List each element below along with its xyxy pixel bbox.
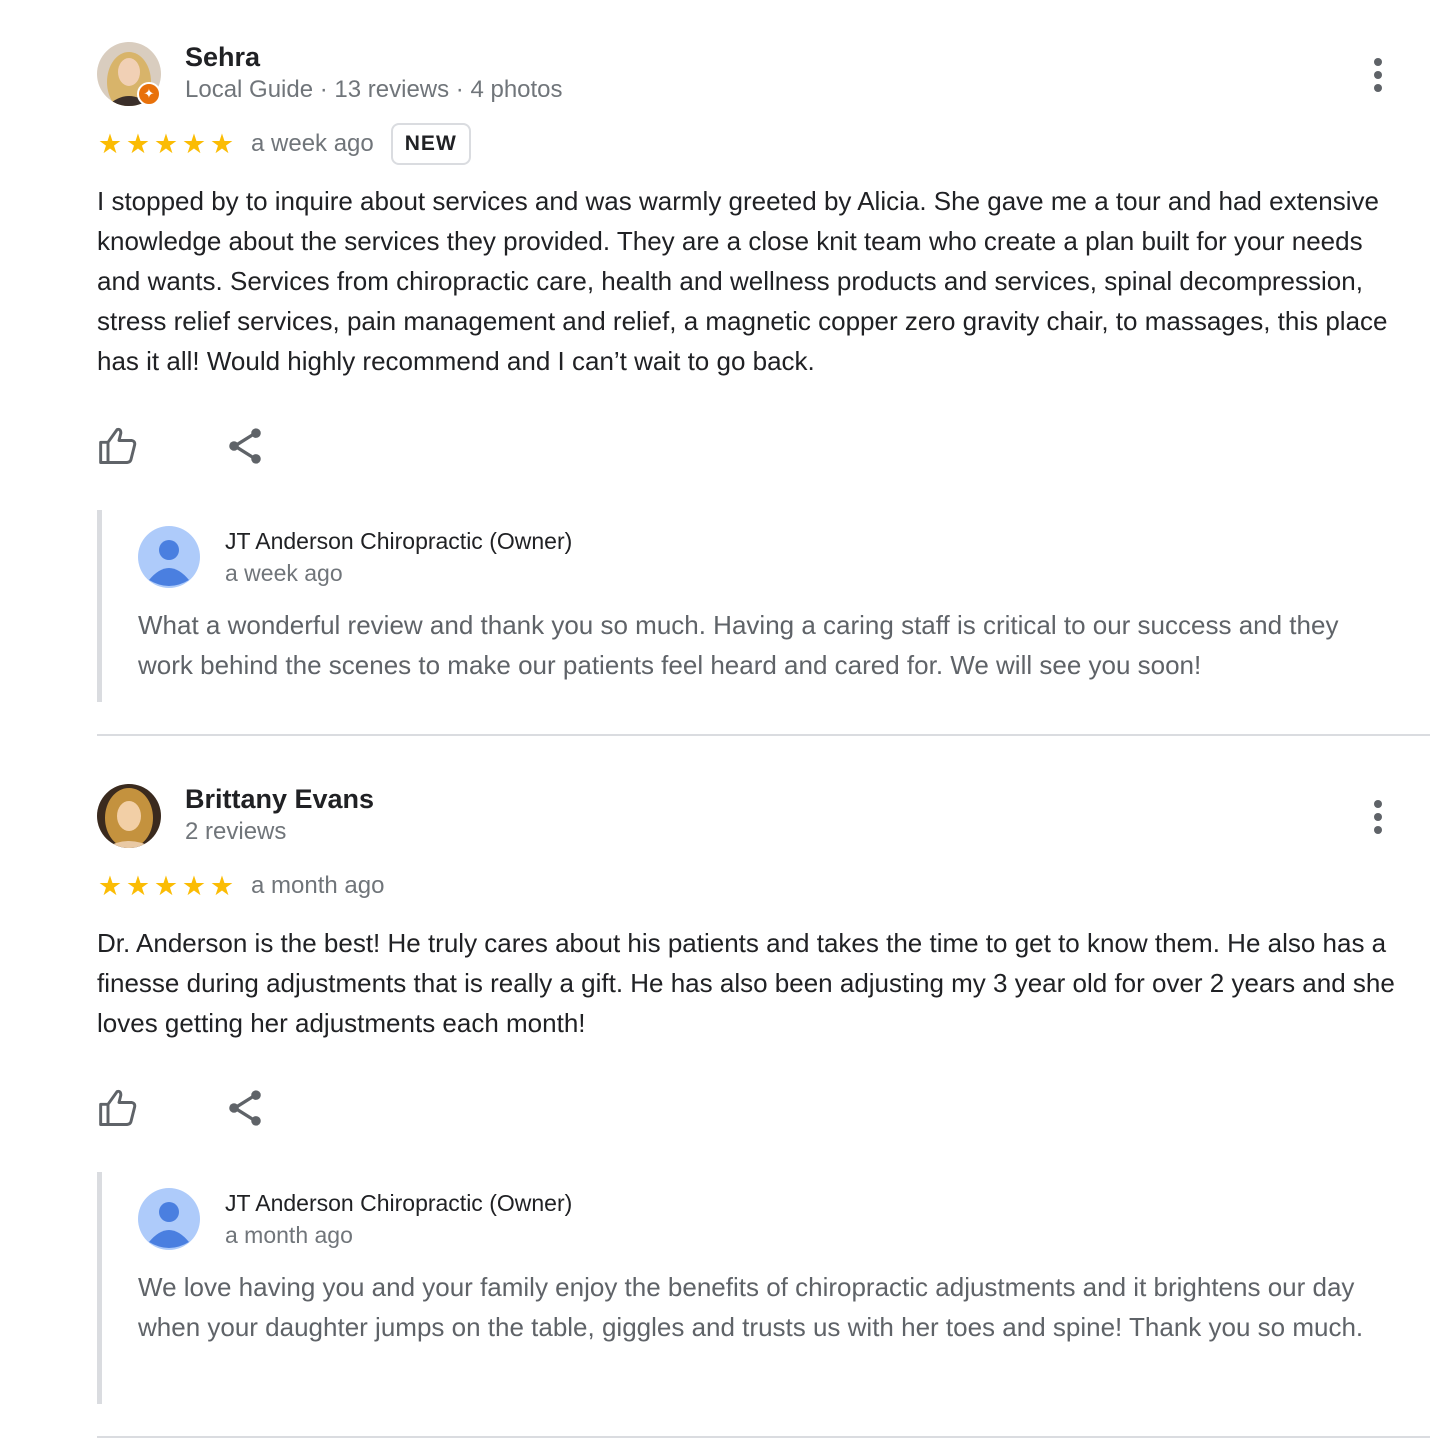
thumb-up-glyph	[99, 427, 137, 464]
share-icon[interactable]	[223, 424, 267, 468]
owner-reply-text: We love having you and your family enjoy…	[138, 1272, 1364, 1342]
star-rating: ★ ★ ★ ★ ★	[97, 129, 235, 159]
star-icon: ★	[97, 871, 123, 901]
review-date: a week ago	[251, 130, 374, 157]
share-glyph	[229, 1090, 261, 1126]
review-text: I stopped by to inquire about services a…	[97, 186, 1388, 376]
thumb-up-icon[interactable]	[97, 424, 141, 468]
star-icon: ★	[181, 871, 207, 901]
owner-reply-date: a week ago	[225, 560, 343, 586]
more-vert-icon[interactable]	[1362, 796, 1394, 836]
review-text: Dr. Anderson is the best! He truly cares…	[97, 928, 1395, 1038]
reviewer-meta[interactable]: 2 reviews	[185, 818, 286, 846]
star-rating: ★ ★ ★ ★ ★	[97, 871, 235, 901]
new-badge: NEW	[390, 123, 471, 165]
owner-avatar-icon	[138, 526, 200, 588]
star-icon: ★	[125, 871, 151, 901]
review-card: Brittany Evans 2 reviews ★ ★ ★ ★ ★ a mon…	[97, 736, 1430, 1436]
local-guide-badge-icon: ✦	[137, 82, 161, 106]
thumb-up-icon[interactable]	[97, 1086, 141, 1130]
rating-row: ★ ★ ★ ★ ★ a month ago	[97, 864, 385, 908]
star-icon: ★	[209, 129, 235, 159]
reviewer-photo	[97, 784, 161, 848]
star-icon: ★	[153, 871, 179, 901]
owner-name: JT Anderson Chiropractic (Owner)	[225, 1190, 573, 1216]
review-divider	[97, 1436, 1430, 1438]
more-vert-icon[interactable]	[1362, 54, 1394, 94]
star-icon: ★	[153, 129, 179, 159]
review-date: a month ago	[251, 872, 385, 899]
rating-row: ★ ★ ★ ★ ★ a week ago NEW	[97, 122, 471, 166]
reviewer-name[interactable]: Brittany Evans	[185, 784, 374, 815]
thumb-up-glyph	[99, 1089, 137, 1126]
star-icon: ★	[97, 129, 123, 159]
owner-avatar-glyph	[138, 1188, 200, 1250]
owner-reply-date: a month ago	[225, 1222, 353, 1248]
owner-reply-text: What a wonderful review and thank you so…	[138, 610, 1339, 680]
star-icon: ★	[209, 871, 235, 901]
review-card: ✦ Sehra Local Guide · 13 reviews · 4 pho…	[97, 0, 1430, 735]
owner-name: JT Anderson Chiropractic (Owner)	[225, 528, 573, 554]
owner-reply: JT Anderson Chiropractic (Owner) a week …	[97, 510, 1402, 702]
owner-avatar-glyph	[138, 526, 200, 588]
owner-avatar-icon	[138, 1188, 200, 1250]
owner-reply: JT Anderson Chiropractic (Owner) a month…	[97, 1172, 1402, 1404]
reviewer-meta[interactable]: Local Guide · 13 reviews · 4 photos	[185, 76, 563, 104]
share-icon[interactable]	[223, 1086, 267, 1130]
share-glyph	[229, 428, 261, 464]
star-icon: ★	[181, 129, 207, 159]
reviewer-name[interactable]: Sehra	[185, 42, 260, 73]
star-icon: ★	[125, 129, 151, 159]
reviewer-avatar[interactable]	[97, 784, 161, 848]
